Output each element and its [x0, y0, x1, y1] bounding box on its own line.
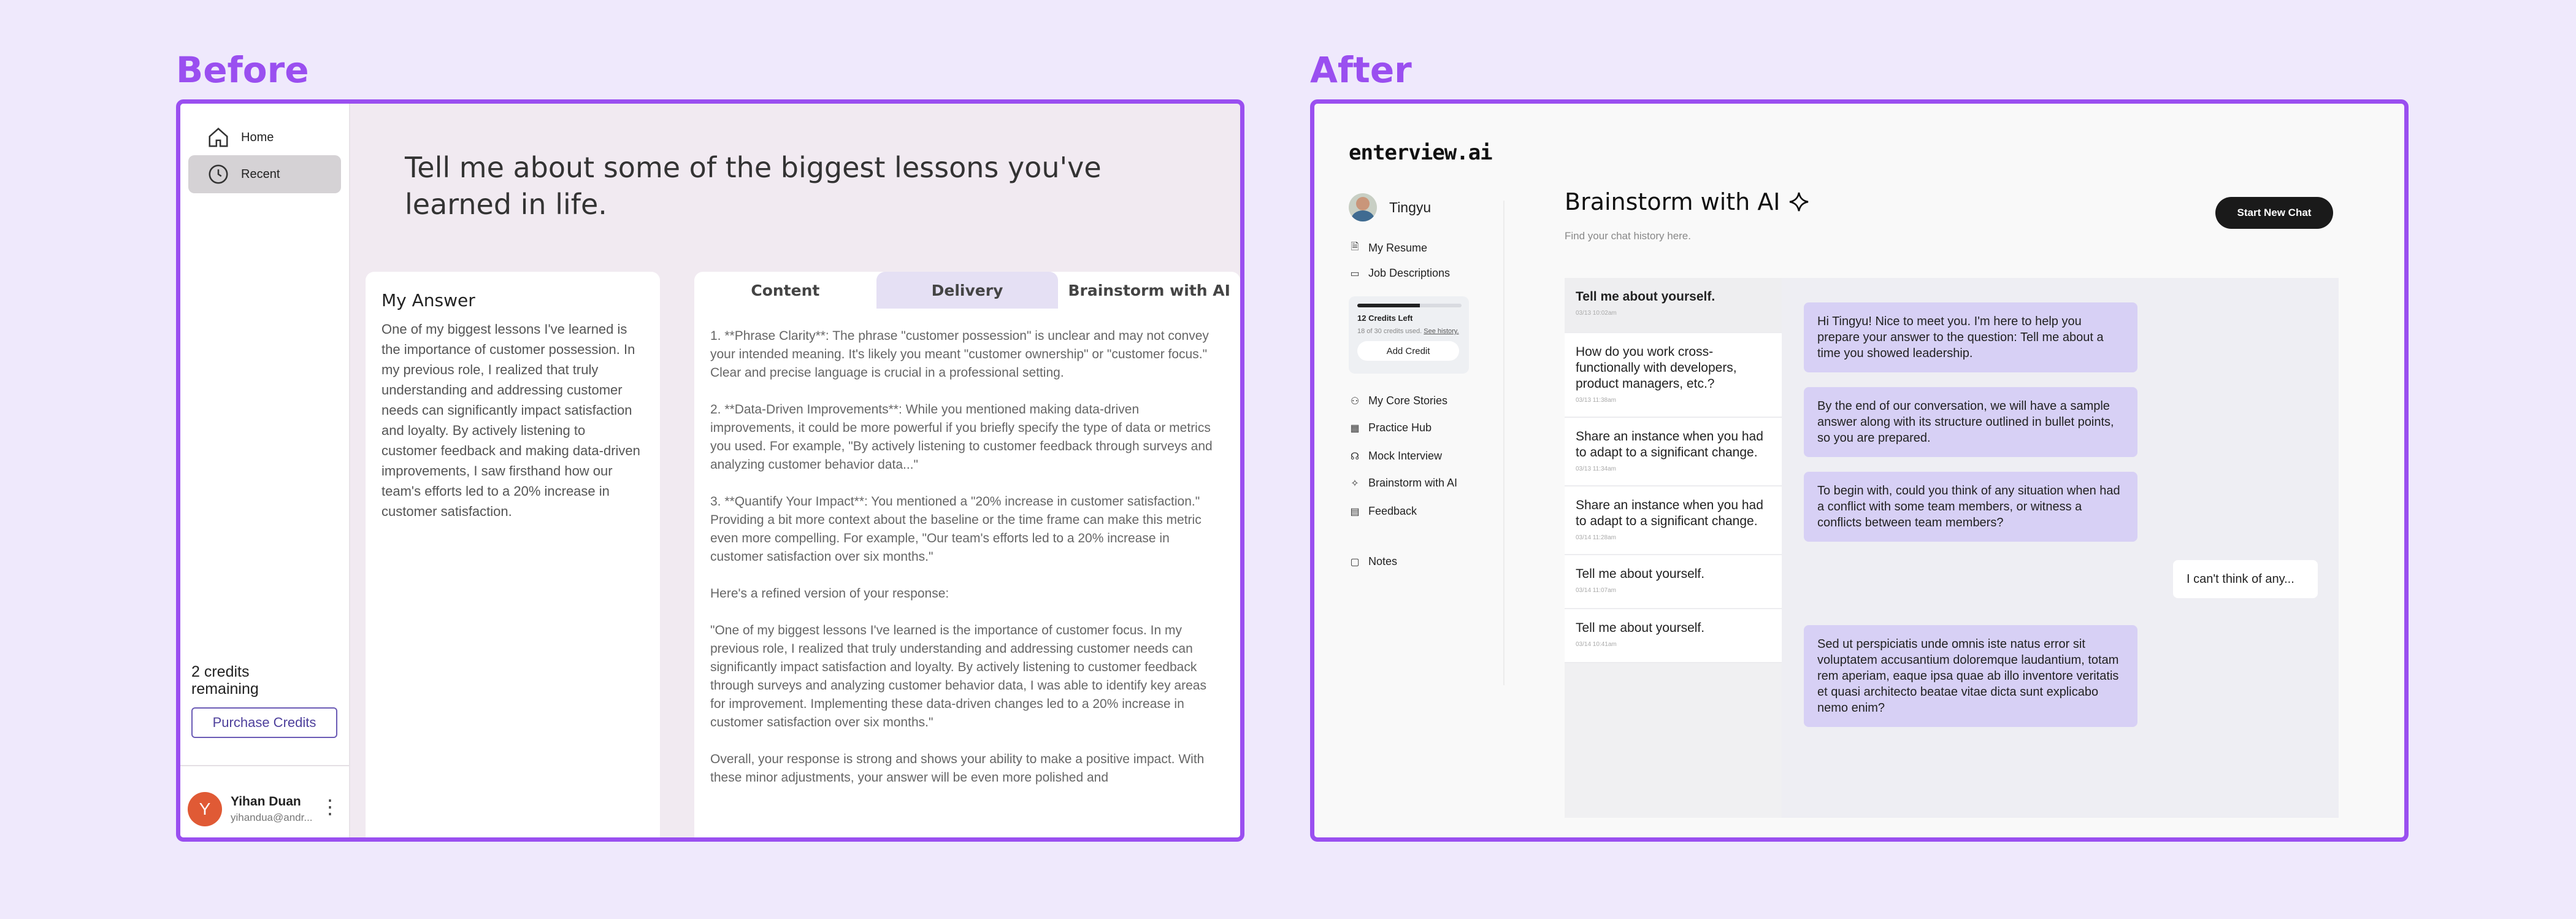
list-item[interactable]: Share an instance when you had to adapt …	[1565, 486, 1782, 555]
page-title: Brainstorm with AI	[1565, 188, 1811, 215]
more-options-icon[interactable]: ⋮	[320, 794, 340, 819]
sidebar-item-label: Mock Interview	[1368, 450, 1443, 462]
chat-history-list: Tell me about yourself. 03/13 10:02am Ho…	[1565, 278, 1782, 818]
list-item[interactable]: Tell me about yourself. 03/13 10:02am	[1565, 278, 1782, 333]
question-title: Tell me about some of the biggest lesson…	[405, 151, 1102, 221]
feedback-text: 1. **Phrase Clarity**: The phrase "custo…	[694, 309, 1240, 787]
person-icon: ⚇	[1350, 396, 1360, 407]
clock-icon	[209, 164, 228, 184]
sidebar-item-label: Brainstorm with AI	[1368, 477, 1458, 489]
avatar[interactable]: Y	[188, 792, 222, 826]
sidebar-item-label: My Core Stories	[1368, 394, 1448, 407]
user-message: I can't think of any...	[2173, 560, 2318, 598]
feedback-paragraph: "One of my biggest lessons I've learned …	[710, 623, 1206, 729]
credits-card: 12 Credits Left 18 of 30 credits used. S…	[1349, 296, 1469, 374]
home-icon	[209, 128, 228, 147]
answer-title: My Answer	[381, 290, 475, 310]
logo[interactable]: enterview.ai	[1349, 140, 1493, 165]
sidebar-item-notes[interactable]: ▢ Notes	[1349, 555, 1397, 568]
after-heading: After	[1310, 49, 1412, 91]
page-subtitle: Find your chat history here.	[1565, 230, 1691, 242]
sidebar-item-label: Home	[241, 130, 274, 144]
feedback-panel: Content Delivery Brainstorm with AI 1. *…	[694, 272, 1240, 837]
user-profile[interactable]: Tingyu	[1349, 193, 1431, 221]
feedback-paragraph: Overall, your response is strong and sho…	[710, 752, 1205, 785]
add-credit-button[interactable]: Add Credit	[1357, 341, 1459, 361]
sidebar-item-practice-hub[interactable]: ▦ Practice Hub	[1349, 421, 1432, 434]
tab-delivery[interactable]: Delivery	[876, 272, 1059, 309]
chart-icon: ▤	[1350, 506, 1360, 517]
list-item[interactable]: How do you work cross-functionally with …	[1565, 333, 1782, 418]
avatar	[1349, 193, 1377, 221]
feedback-paragraph: 3. **Quantify Your Impact**: You mention…	[710, 494, 1202, 564]
sidebar-item-core-stories[interactable]: ⚇ My Core Stories	[1349, 394, 1447, 407]
chat-panel: Hi Tingyu! Nice to meet you. I'm here to…	[1782, 278, 2339, 818]
purchase-credits-button[interactable]: Purchase Credits	[191, 707, 337, 738]
user-name: Tingyu	[1389, 199, 1432, 215]
briefcase-icon: ▭	[1350, 268, 1360, 279]
user-name: Yihan Duan	[231, 794, 301, 809]
answer-card: My Answer One of my biggest lessons I've…	[366, 272, 660, 837]
sidebar-item-label: Recent	[241, 167, 280, 181]
sidebar-item-my-resume[interactable]: 🗎 My Resume	[1349, 240, 1427, 256]
list-item[interactable]: Share an instance when you had to adapt …	[1565, 418, 1782, 486]
sparkle-icon: ✧	[1351, 478, 1359, 489]
feedback-paragraph: 2. **Data-Driven Improvements**: While y…	[710, 402, 1213, 472]
headset-icon: ☊	[1350, 451, 1360, 462]
credits-left: 12 Credits Left	[1357, 313, 1413, 323]
ai-message: To begin with, could you think of any si…	[1804, 472, 2137, 542]
answer-text: One of my biggest lessons I've learned i…	[381, 321, 640, 519]
divider	[180, 765, 349, 766]
divider	[1503, 201, 1505, 685]
ai-message: By the end of our conversation, we will …	[1804, 387, 2137, 457]
sidebar-item-feedback[interactable]: ▤ Feedback	[1349, 505, 1417, 518]
tab-content[interactable]: Content	[694, 272, 876, 309]
sidebar-item-mock-interview[interactable]: ☊ Mock Interview	[1349, 450, 1442, 463]
user-email: yihandua@andr...	[231, 812, 313, 823]
document-icon: 🗎	[1351, 242, 1359, 252]
start-new-chat-button[interactable]: Start New Chat	[2215, 197, 2333, 229]
list-item[interactable]: Tell me about yourself. 03/14 10:41am	[1565, 609, 1782, 663]
feedback-paragraph: 1. **Phrase Clarity**: The phrase "custo…	[710, 329, 1209, 380]
after-screen: enterview.ai Tingyu 🗎 My Resume ▭ Job De…	[1310, 99, 2409, 842]
credits-progress	[1357, 304, 1462, 307]
sparkle-icon	[1789, 192, 1808, 212]
sidebar-item-label: Practice Hub	[1368, 421, 1432, 434]
sidebar-item-home[interactable]: Home	[188, 118, 341, 156]
ai-message: Sed ut perspiciatis unde omnis iste natu…	[1804, 625, 2137, 727]
feedback-paragraph: Here's a refined version of your respons…	[710, 586, 949, 601]
sidebar-item-label: Job Descriptions	[1368, 267, 1451, 279]
tab-bar: Content Delivery Brainstorm with AI	[694, 272, 1240, 309]
credits-usage: 18 of 30 credits used. See history.	[1357, 328, 1459, 335]
sidebar-item-recent[interactable]: Recent	[188, 155, 341, 193]
notes-icon: ▢	[1350, 556, 1360, 567]
sidebar-item-label: Feedback	[1368, 505, 1417, 517]
sidebar-item-job-descriptions[interactable]: ▭ Job Descriptions	[1349, 267, 1450, 280]
before-screen: Home Recent 2 credits remaining Purchase…	[176, 99, 1244, 842]
before-heading: Before	[176, 49, 309, 91]
grid-icon: ▦	[1350, 423, 1360, 434]
sidebar: Home Recent 2 credits remaining Purchase…	[180, 104, 350, 837]
sidebar-item-label: My Resume	[1368, 242, 1428, 254]
list-item[interactable]: Tell me about yourself. 03/14 11:07am	[1565, 555, 1782, 609]
tab-brainstorm[interactable]: Brainstorm with AI	[1058, 272, 1240, 309]
see-history-link[interactable]: See history.	[1424, 328, 1459, 335]
ai-message: Hi Tingyu! Nice to meet you. I'm here to…	[1804, 302, 2137, 372]
sidebar-item-label: Notes	[1368, 555, 1398, 567]
credits-remaining: 2 credits remaining	[191, 663, 259, 698]
sidebar-item-brainstorm[interactable]: ✧ Brainstorm with AI	[1349, 477, 1457, 490]
